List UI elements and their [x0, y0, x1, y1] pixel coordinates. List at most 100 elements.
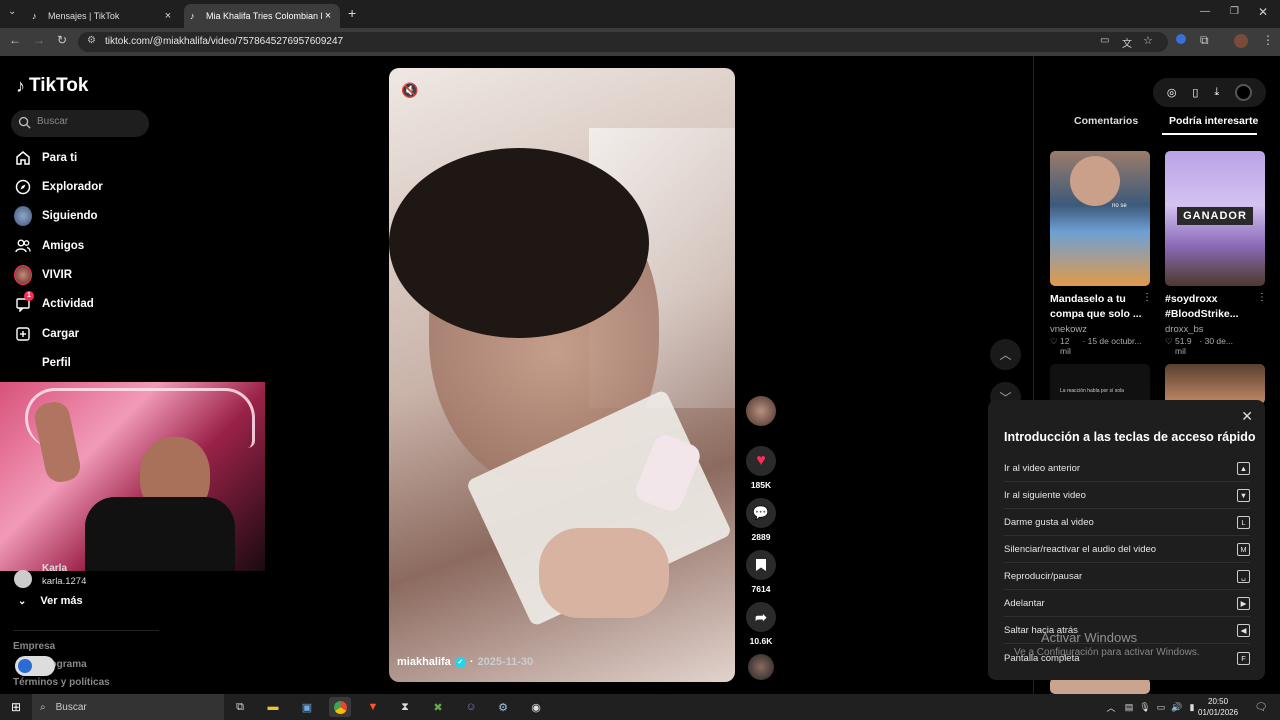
video-thumbnail-3[interactable]: La reacción habla por sí sola: [1050, 364, 1150, 404]
browser-tab-bar: ⌄ ♪ Mensajes | TikTok × ♪ Mia Khalifa Tr…: [0, 0, 1280, 28]
more-options-icon[interactable]: ⋮: [1257, 292, 1267, 303]
steam-icon[interactable]: ⚙: [492, 697, 514, 717]
user-avatar[interactable]: [1235, 84, 1253, 101]
nav-amigos[interactable]: Amigos: [14, 234, 164, 258]
taskbar-search[interactable]: ⌕ Buscar: [32, 694, 224, 720]
address-bar[interactable]: ⚙ tiktok.com/@miakhalifa/video/757864527…: [78, 32, 1168, 52]
new-tab-button[interactable]: +: [348, 5, 356, 21]
sound-disc-icon: [748, 654, 774, 680]
sound-avatar-button[interactable]: [746, 654, 776, 684]
bookmark-star-icon[interactable]: ☆: [1143, 34, 1153, 47]
profile-avatar[interactable]: [1234, 34, 1248, 48]
card-meta-1: ♡ 12 mil · 15 de octubr...: [1050, 336, 1142, 356]
back-icon[interactable]: ←: [9, 33, 21, 47]
phone-icon[interactable]: ▯: [1192, 86, 1198, 99]
video-thumbnail-4[interactable]: [1165, 364, 1265, 404]
card-title-1[interactable]: Mandaselo a tu compa que solo ...: [1050, 292, 1145, 322]
share-count: 10.6K: [749, 636, 773, 646]
following-avatar: [14, 206, 32, 226]
nav-label: Para ti: [42, 152, 78, 164]
nav-actividad[interactable]: 1 Actividad: [14, 291, 164, 316]
nav-para-ti[interactable]: Para ti: [14, 146, 164, 170]
tab-mensajes[interactable]: ♪ Mensajes | TikTok ×: [26, 4, 180, 28]
key-space-icon: ␣: [1237, 570, 1250, 583]
store-icon[interactable]: ▣: [296, 697, 318, 717]
tiktok-logo[interactable]: ♪ TikTok: [16, 75, 88, 97]
close-tab-icon[interactable]: ×: [162, 10, 174, 22]
notification-badge: 1: [24, 291, 34, 301]
close-window-button[interactable]: ✕: [1258, 5, 1268, 19]
footer-terminos[interactable]: Términos y políticas: [13, 677, 110, 688]
nav-vivir[interactable]: VIVIR: [14, 263, 164, 287]
task-view-icon[interactable]: ⧉: [229, 697, 251, 717]
card-title-2[interactable]: #soydroxx #BloodStrike...: [1165, 292, 1260, 322]
close-modal-button[interactable]: ✕: [1241, 408, 1253, 425]
previous-video-button[interactable]: ︿: [990, 339, 1021, 370]
key-down-icon: ▼: [1237, 489, 1250, 502]
like-button[interactable]: ♥ 185K: [746, 446, 776, 490]
like-count: 185K: [750, 480, 772, 490]
extension-icon[interactable]: [1176, 34, 1186, 44]
extensions-puzzle-icon[interactable]: ⧉: [1200, 33, 1209, 48]
comment-button[interactable]: 💬 2889: [746, 498, 776, 542]
video-author[interactable]: miakhalifa: [397, 656, 451, 668]
restore-button[interactable]: ❐: [1230, 6, 1239, 17]
reload-icon[interactable]: ↻: [57, 33, 67, 47]
capcut-icon[interactable]: ⧗: [394, 697, 416, 717]
toggle-switch[interactable]: [15, 656, 55, 676]
close-tab-icon[interactable]: ×: [322, 10, 334, 22]
site-info-icon[interactable]: ⚙: [87, 35, 96, 46]
obs-icon[interactable]: ◉: [525, 697, 547, 717]
discord-icon[interactable]: ☺: [460, 697, 482, 717]
tiktok-favicon-icon: ♪: [190, 11, 195, 21]
search-input[interactable]: [37, 116, 137, 127]
notifications-icon[interactable]: 🗨: [1250, 697, 1272, 717]
nav-label: Siguiendo: [42, 210, 98, 222]
browser-toolbar: ← → ↻ ⚙ tiktok.com/@miakhalifa/video/757…: [0, 28, 1280, 56]
nav-cargar[interactable]: Cargar: [14, 322, 164, 346]
file-explorer-icon[interactable]: ▬: [262, 697, 284, 717]
shortcut-label: Adelantar: [1004, 598, 1045, 609]
tab-video[interactable]: ♪ Mia Khalifa Tries Colombian Fo ×: [184, 4, 340, 28]
author-avatar: [746, 396, 776, 426]
footer-empresa[interactable]: Empresa: [13, 641, 55, 652]
video-thumbnail-2[interactable]: GANADOR: [1165, 151, 1265, 286]
shortcut-label: Ir al siguiente video: [1004, 490, 1086, 501]
chevron-down-icon: ⌄: [18, 595, 27, 607]
tab-comentarios[interactable]: Comentarios: [1074, 115, 1138, 127]
cast-icon[interactable]: ▭: [1100, 35, 1109, 46]
video-thumbnail-5[interactable]: [1050, 678, 1150, 694]
mute-icon[interactable]: 🔇: [401, 82, 418, 99]
tab-search-icon[interactable]: ⌄: [8, 6, 16, 17]
explore-icon[interactable]: ◎: [1167, 86, 1177, 99]
chrome-icon[interactable]: [329, 697, 351, 717]
start-button[interactable]: ⊞: [5, 697, 27, 717]
system-clock[interactable]: 20:50 01/01/2026: [1198, 696, 1238, 718]
search-box[interactable]: [11, 110, 149, 137]
forward-icon[interactable]: →: [33, 33, 45, 47]
key-left-icon: ◀: [1237, 624, 1250, 637]
bookmark-icon: [746, 550, 776, 580]
tab-podria-interesarte[interactable]: Podría interesarte: [1169, 115, 1258, 127]
shortcut-row: Adelantar ▶: [1004, 591, 1250, 617]
translate-icon[interactable]: 文: [1122, 35, 1132, 50]
brave-icon[interactable]: ▼: [362, 697, 384, 717]
see-more-button[interactable]: ⌄ Ver más: [14, 595, 83, 607]
video-thumbnail-1[interactable]: no se: [1050, 151, 1150, 286]
verified-badge-icon: ✓: [454, 656, 466, 668]
card-author-1[interactable]: vnekowz: [1050, 324, 1087, 335]
nav-explorador[interactable]: Explorador: [14, 175, 164, 199]
video-player[interactable]: 🔇 miakhalifa ✓ · 2025-11-30: [389, 68, 735, 682]
minimize-button[interactable]: —: [1200, 6, 1210, 17]
xbox-icon[interactable]: ✖: [427, 697, 449, 717]
save-button[interactable]: 7614: [746, 550, 776, 594]
card-date-2: 30 de...: [1204, 336, 1233, 346]
card-author-2[interactable]: droxx_bs: [1165, 324, 1204, 335]
download-icon[interactable]: ⤓: [1214, 86, 1219, 99]
more-options-icon[interactable]: ⋮: [1142, 292, 1152, 303]
nav-siguiendo[interactable]: Siguiendo: [14, 204, 164, 228]
menu-dots-icon[interactable]: ⋮: [1262, 33, 1274, 47]
share-button[interactable]: ➦ 10.6K: [746, 602, 776, 646]
nav-perfil[interactable]: Perfil: [14, 351, 164, 375]
author-avatar-button[interactable]: [746, 396, 776, 430]
